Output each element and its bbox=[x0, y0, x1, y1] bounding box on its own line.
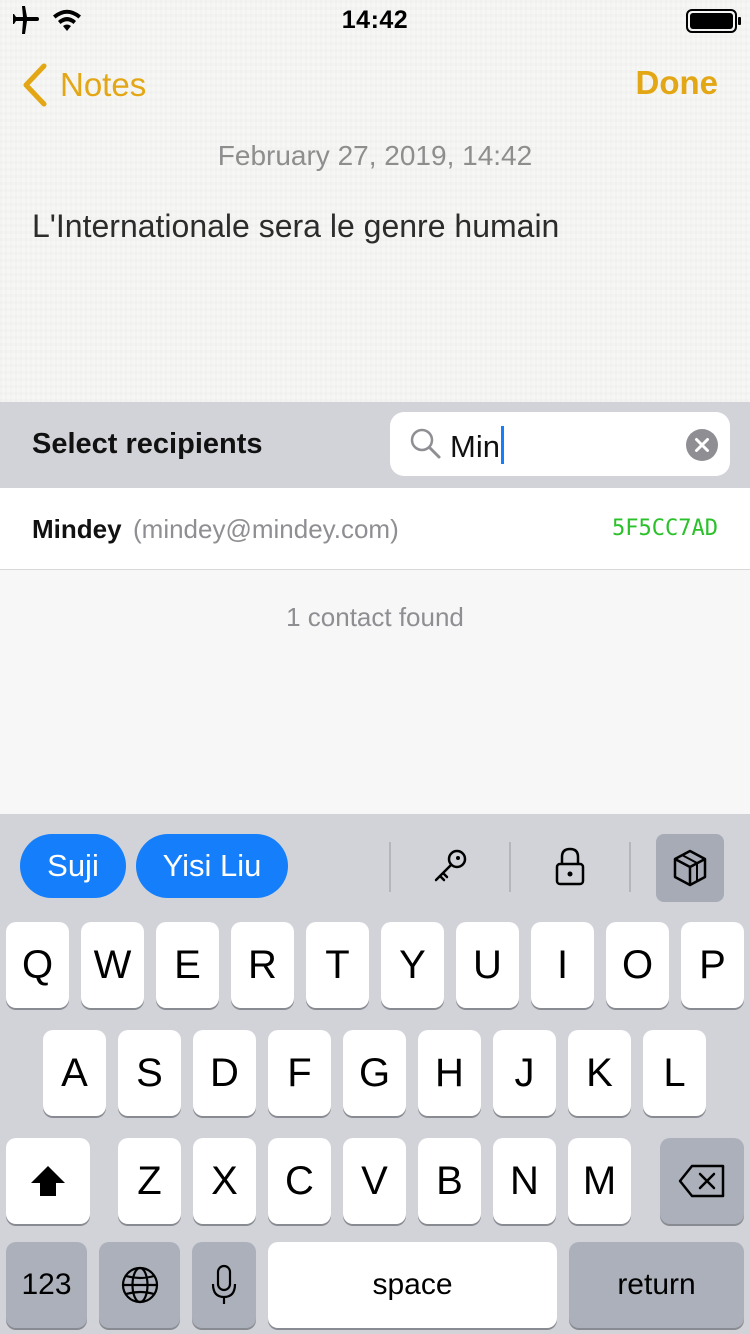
toolbar-divider bbox=[509, 842, 511, 892]
chevron-left-icon bbox=[23, 63, 47, 107]
key-i[interactable]: I bbox=[531, 922, 594, 1008]
numbers-key[interactable]: 123 bbox=[6, 1242, 87, 1328]
recipients-header: Select recipients Min bbox=[0, 402, 750, 488]
key-p[interactable]: P bbox=[681, 922, 744, 1008]
recipient-chip-suji[interactable]: Suji bbox=[20, 834, 126, 898]
text-caret bbox=[500, 426, 504, 464]
done-button[interactable]: Done bbox=[636, 64, 719, 102]
key-o[interactable]: O bbox=[606, 922, 669, 1008]
battery-icon bbox=[686, 9, 741, 33]
back-button[interactable]: Notes bbox=[20, 60, 146, 110]
contact-key-id: 5F5CC7AD bbox=[612, 516, 718, 541]
key-t[interactable]: T bbox=[306, 922, 369, 1008]
key-y[interactable]: Y bbox=[381, 922, 444, 1008]
search-input-value: Min bbox=[450, 426, 504, 465]
status-bar: 14:42 bbox=[0, 0, 750, 40]
key-icon[interactable] bbox=[422, 838, 478, 894]
cube-icon[interactable] bbox=[656, 834, 724, 902]
key-q[interactable]: Q bbox=[6, 922, 69, 1008]
return-key[interactable]: return bbox=[569, 1242, 744, 1328]
contact-name: Mindey bbox=[32, 514, 122, 544]
key-e[interactable]: E bbox=[156, 922, 219, 1008]
key-v[interactable]: V bbox=[343, 1138, 406, 1224]
lock-icon[interactable] bbox=[542, 838, 598, 894]
globe-icon bbox=[121, 1266, 158, 1304]
contact-result-row[interactable]: Mindey (mindey@mindey.com) 5F5CC7AD bbox=[0, 488, 750, 570]
status-time: 14:42 bbox=[341, 6, 409, 34]
keyboard: Suji Yisi Liu Q W E R T Y U I O P A S D … bbox=[0, 814, 750, 1334]
back-button-label: Notes bbox=[60, 66, 147, 103]
key-x[interactable]: X bbox=[193, 1138, 256, 1224]
backspace-icon bbox=[678, 1164, 725, 1198]
key-b[interactable]: B bbox=[418, 1138, 481, 1224]
key-s[interactable]: S bbox=[118, 1030, 181, 1116]
key-a[interactable]: A bbox=[43, 1030, 106, 1116]
microphone-icon bbox=[211, 1264, 237, 1304]
key-r[interactable]: R bbox=[231, 922, 294, 1008]
key-m[interactable]: M bbox=[568, 1138, 631, 1224]
shift-icon bbox=[31, 1166, 65, 1196]
search-icon bbox=[410, 428, 441, 459]
key-g[interactable]: G bbox=[343, 1030, 406, 1116]
key-c[interactable]: C bbox=[268, 1138, 331, 1224]
key-n[interactable]: N bbox=[493, 1138, 556, 1224]
space-key[interactable]: space bbox=[268, 1242, 557, 1328]
key-z[interactable]: Z bbox=[118, 1138, 181, 1224]
key-l[interactable]: L bbox=[643, 1030, 706, 1116]
note-body[interactable]: L'Internationale sera le genre humain bbox=[32, 208, 559, 245]
toolbar-divider bbox=[389, 842, 391, 892]
key-u[interactable]: U bbox=[456, 922, 519, 1008]
key-d[interactable]: D bbox=[193, 1030, 256, 1116]
recipient-chip-yisi-liu[interactable]: Yisi Liu bbox=[136, 834, 288, 898]
shift-key[interactable] bbox=[6, 1138, 90, 1224]
key-f[interactable]: F bbox=[268, 1030, 331, 1116]
dictation-key[interactable] bbox=[192, 1242, 256, 1328]
key-j[interactable]: J bbox=[493, 1030, 556, 1116]
contact-email: (mindey@mindey.com) bbox=[133, 514, 399, 544]
key-h[interactable]: H bbox=[418, 1030, 481, 1116]
recipients-title: Select recipients bbox=[32, 428, 263, 460]
globe-key[interactable] bbox=[99, 1242, 180, 1328]
result-count: 1 contact found bbox=[286, 602, 464, 632]
backspace-key[interactable] bbox=[660, 1138, 744, 1224]
key-k[interactable]: K bbox=[568, 1030, 631, 1116]
note-date: February 27, 2019, 14:42 bbox=[217, 140, 533, 171]
clear-search-icon[interactable] bbox=[686, 429, 718, 461]
search-input[interactable]: Min bbox=[390, 412, 730, 476]
toolbar-divider bbox=[629, 842, 631, 892]
key-w[interactable]: W bbox=[81, 922, 144, 1008]
